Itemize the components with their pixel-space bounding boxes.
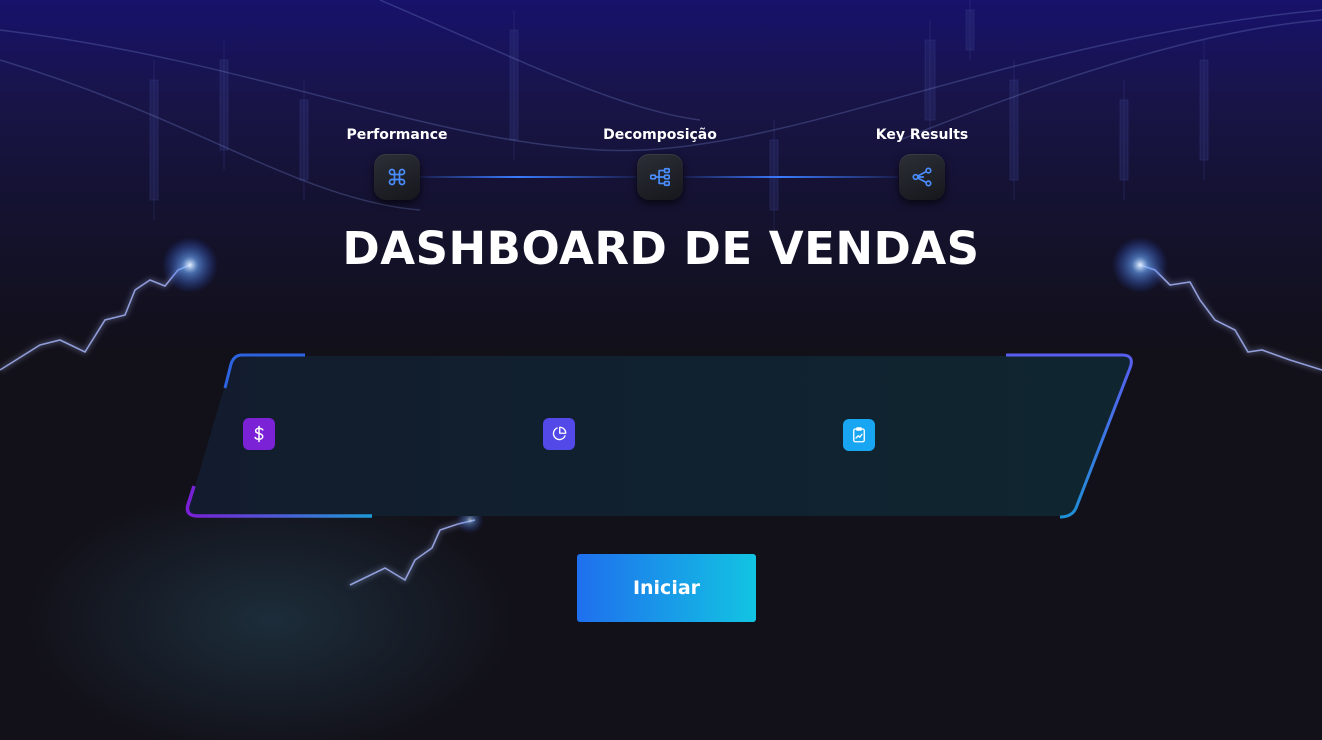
step-label: Decomposição [603, 127, 717, 143]
step-decomposicao[interactable]: Decomposição [560, 124, 760, 200]
step-performance[interactable]: Performance [297, 124, 497, 200]
step-label: Performance [346, 127, 448, 143]
kpi-panel [180, 350, 1140, 529]
command-icon[interactable] [374, 154, 420, 200]
chart-clipboard-icon [843, 419, 875, 451]
kpi-panel-shape [185, 353, 1133, 520]
share-icon[interactable] [899, 154, 945, 200]
start-button[interactable]: Iniciar [577, 554, 756, 622]
pie-chart-icon [543, 418, 575, 450]
hierarchy-icon[interactable] [637, 154, 683, 200]
dollar-icon [243, 418, 275, 450]
page-title: DASHBOARD DE VENDAS [342, 222, 980, 275]
step-label: Key Results [875, 127, 969, 143]
step-key-results[interactable]: Key Results [822, 124, 1022, 200]
